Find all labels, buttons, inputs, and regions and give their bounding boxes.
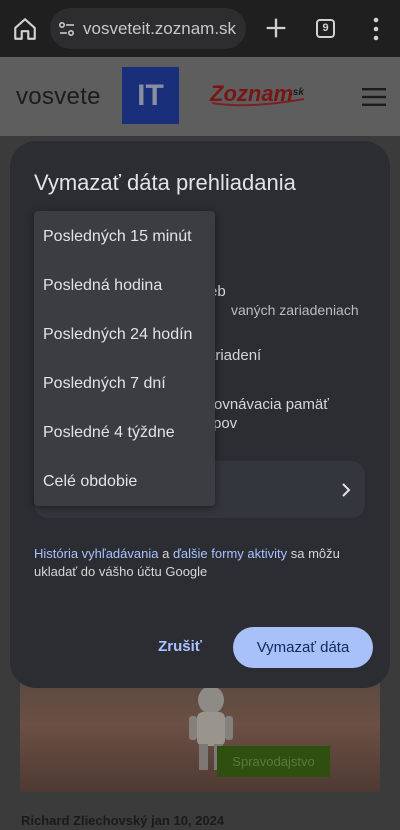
tune-icon[interactable] xyxy=(58,20,76,38)
chevron-right-icon xyxy=(342,483,351,497)
menu-item-15-minutes[interactable]: Posledných 15 minút xyxy=(43,228,192,246)
site-logo-text[interactable]: vosvete xyxy=(16,83,101,111)
zoznam-logo-suffix: .sk xyxy=(290,87,304,98)
obscured-option-text: rovnávacia pamäť xyxy=(209,396,329,413)
clear-data-button[interactable]: Vymazať dáta xyxy=(233,627,373,668)
info-and-text: a xyxy=(158,546,173,561)
menu-item-last-hour[interactable]: Posledná hodina xyxy=(43,277,162,295)
obscured-option-text: pov xyxy=(213,415,238,432)
zoznam-logo-text: Zoznam xyxy=(209,81,293,106)
obscured-option-subtext: vaných zariadeniach xyxy=(231,302,359,318)
more-vert-icon[interactable] xyxy=(364,15,388,43)
address-bar[interactable]: vosveteit.zoznam.sk xyxy=(50,8,246,49)
obscured-option-text: ariadení xyxy=(207,347,262,364)
article-author[interactable]: Richard Zliechovský xyxy=(21,813,147,828)
browser-toolbar: vosveteit.zoznam.sk 9 xyxy=(0,0,400,57)
dialog-title: Vymazať dáta prehliadania xyxy=(34,170,296,195)
hamburger-icon[interactable] xyxy=(362,88,386,106)
zoznam-logo[interactable]: Zoznam .sk xyxy=(208,79,318,115)
article-byline: Richard Zliechovský jan 10, 2024 xyxy=(21,813,224,828)
site-header: vosvete IT Zoznam .sk xyxy=(0,57,400,136)
tab-switcher-button[interactable]: 9 xyxy=(316,19,335,38)
cancel-button[interactable]: Zrušiť xyxy=(154,633,206,661)
google-account-info: História vyhľadávania a ďalšie formy akt… xyxy=(34,545,354,581)
search-history-link[interactable]: História vyhľadávania xyxy=(34,546,158,561)
category-badge[interactable]: Spravodajstvo xyxy=(217,746,330,777)
article-date: jan 10, 2024 xyxy=(151,813,225,828)
time-range-menu: Posledných 15 minút Posledná hodina Posl… xyxy=(34,211,215,506)
menu-item-all-time[interactable]: Celé obdobie xyxy=(43,473,137,491)
url-text[interactable]: vosveteit.zoznam.sk xyxy=(83,19,236,39)
plus-icon[interactable] xyxy=(262,14,290,42)
menu-item-24-hours[interactable]: Posledných 24 hodín xyxy=(43,326,192,344)
other-activity-link[interactable]: ďalšie formy aktivity xyxy=(173,546,287,561)
home-icon[interactable] xyxy=(12,16,38,42)
menu-item-4-weeks[interactable]: Posledné 4 týždne xyxy=(43,424,175,442)
site-logo-badge[interactable]: IT xyxy=(122,67,179,124)
menu-item-7-days[interactable]: Posledných 7 dní xyxy=(43,375,166,393)
